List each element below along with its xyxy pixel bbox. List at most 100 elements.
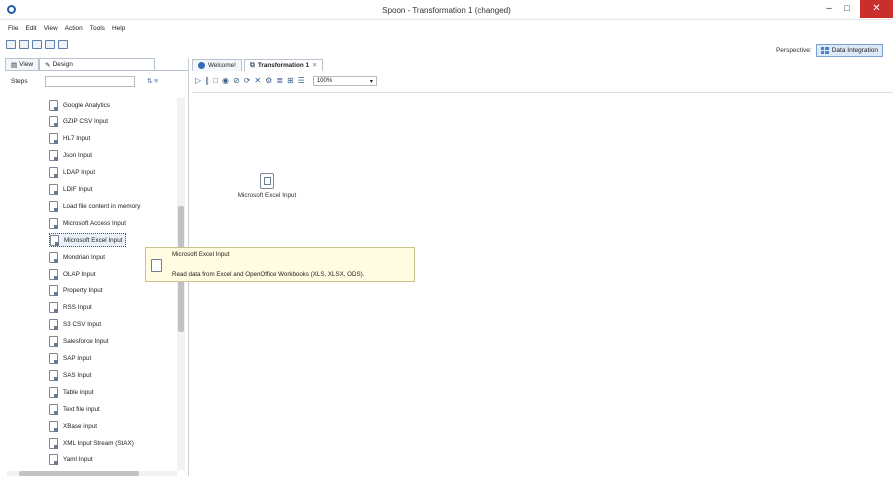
step-item-label: LDAP Input — [63, 169, 96, 177]
step-item-label: Mondrian Input — [63, 253, 106, 261]
title-bar: Spoon - Transformation 1 (changed) – □ ✕ — [0, 0, 893, 20]
step-item[interactable]: Microsoft Excel Input — [49, 233, 127, 248]
tab-view-label: View — [19, 61, 34, 68]
save-icon[interactable] — [45, 40, 55, 49]
step-item[interactable]: Yaml Input — [49, 453, 96, 465]
excel-input-step-icon[interactable] — [260, 173, 274, 189]
step-input-icon — [49, 302, 58, 314]
step-item[interactable]: Google Analytics — [49, 98, 113, 112]
data-integration-button[interactable]: Data Integration — [815, 44, 883, 57]
steps-tools-icon[interactable]: ⇅ ≡ — [147, 77, 158, 85]
step-input-icon — [49, 386, 58, 398]
step-item[interactable]: LDIF Input — [49, 183, 95, 197]
debug-icon[interactable]: ⊘ — [233, 76, 240, 86]
step-item[interactable]: Property Input — [49, 284, 106, 298]
step-input-icon — [49, 200, 58, 212]
step-input-icon — [49, 369, 58, 381]
step-item[interactable]: XML Input Stream (StAX) — [49, 436, 137, 450]
tab-view[interactable]: ▤ View — [5, 58, 40, 70]
design-tab-icon: ✎ — [45, 61, 51, 69]
menu-tools[interactable]: Tools — [90, 25, 105, 37]
step-item[interactable]: Mondrian Input — [49, 250, 108, 264]
explore-repository-icon[interactable] — [32, 40, 42, 49]
step-item[interactable]: Microsoft Access Input — [49, 216, 129, 230]
step-item[interactable]: Json Input — [49, 149, 95, 163]
tab-welcome[interactable]: Welcome! — [192, 59, 242, 71]
run-icon[interactable]: ▷ — [195, 76, 201, 86]
step-item[interactable]: GZIP CSV Input — [49, 115, 111, 129]
transformation-icon: ⧉ — [249, 61, 255, 69]
step-item[interactable]: S3 CSV Input — [49, 318, 104, 332]
step-input-icon — [49, 454, 58, 465]
step-item[interactable]: SAP Input — [49, 352, 94, 366]
step-item[interactable]: SAS Input — [49, 368, 94, 382]
stop-icon[interactable]: □ — [213, 76, 218, 86]
menu-file[interactable]: File — [8, 25, 18, 37]
step-item[interactable]: Text file input — [49, 402, 103, 416]
impact-icon[interactable]: ⚙ — [265, 76, 272, 86]
tab-design-label: Design — [52, 61, 73, 68]
tab-welcome-label: Welcome! — [208, 62, 236, 69]
step-item[interactable]: LDAP Input — [49, 166, 98, 180]
open-icon[interactable] — [19, 40, 29, 49]
step-item-label: Load file content in memory — [63, 202, 141, 210]
replay-icon[interactable]: ⟳ — [244, 76, 251, 86]
step-item-label: Google Analytics — [63, 101, 110, 109]
menu-view[interactable]: View — [44, 25, 58, 37]
step-input-icon — [49, 167, 58, 179]
tab-transformation[interactable]: ⧉ Transformation 1 ✕ — [243, 59, 324, 71]
grid-icon — [820, 47, 829, 54]
step-item-label: RSS Input — [63, 304, 92, 312]
step-item-label: Salesforce Input — [63, 338, 109, 346]
excel-input-step-label: Microsoft Excel Input — [237, 192, 297, 199]
step-input-icon — [49, 217, 58, 229]
step-item-label: Microsoft Excel Input — [64, 236, 123, 244]
pause-icon[interactable]: ∥ — [205, 76, 209, 86]
step-input-icon — [49, 184, 58, 195]
step-input-icon — [49, 353, 58, 364]
zoom-select[interactable]: 100% ▾ — [312, 76, 377, 86]
menu-action[interactable]: Action — [65, 25, 83, 37]
sql-icon[interactable]: ≣ — [276, 76, 283, 86]
explore-db-icon[interactable]: ⊞ — [287, 76, 294, 86]
tab-design[interactable]: ✎ Design — [39, 58, 156, 70]
menu-edit[interactable]: Edit — [25, 25, 36, 37]
step-item-label: Yaml Input — [63, 456, 93, 464]
step-item[interactable]: Salesforce Input — [49, 335, 112, 349]
steps-search-row: Steps ⇅ ≡ — [5, 71, 188, 91]
step-item[interactable]: RSS Input — [49, 301, 95, 315]
transformation-canvas[interactable]: Microsoft Excel Input — [192, 92, 893, 477]
step-input-icon — [49, 437, 58, 449]
step-tooltip: Microsoft Excel Input Read data from Exc… — [145, 247, 415, 282]
steps-vertical-scrollbar[interactable] — [177, 98, 185, 470]
step-item-label: Microsoft Access Input — [63, 219, 126, 227]
steps-horizontal-scrollbar[interactable] — [7, 471, 177, 476]
maximize-button[interactable]: □ — [838, 0, 856, 18]
scroll-thumb[interactable] — [19, 471, 139, 476]
view-tab-icon: ▤ — [11, 61, 18, 69]
step-item-label: Table input — [63, 388, 94, 396]
step-item-label: SAP Input — [63, 355, 92, 362]
menu-help[interactable]: Help — [112, 25, 125, 37]
save-as-icon[interactable] — [58, 40, 68, 49]
close-tab-icon[interactable]: ✕ — [312, 62, 317, 69]
steps-search-input[interactable] — [45, 75, 135, 87]
step-item[interactable]: XBase input — [49, 419, 100, 433]
perspective-label: Perspective: — [775, 47, 812, 54]
step-item[interactable]: Table input — [49, 385, 96, 399]
step-item[interactable]: OLAP Input — [49, 267, 98, 281]
step-item[interactable]: HL7 Input — [49, 132, 93, 146]
step-item-label: XBase input — [63, 422, 97, 430]
new-file-icon[interactable] — [6, 40, 16, 49]
preview-icon[interactable]: ◉ — [222, 76, 229, 86]
step-item[interactable]: Load file content in memory — [49, 199, 143, 213]
verify-icon[interactable]: ✕ — [254, 76, 261, 86]
window-title: Spoon - Transformation 1 (changed) — [382, 6, 511, 15]
close-button[interactable]: ✕ — [860, 0, 893, 18]
step-input-icon — [49, 319, 58, 331]
minimize-button[interactable]: – — [820, 0, 838, 18]
show-results-icon[interactable]: ☰ — [298, 76, 305, 86]
step-input-icon — [49, 403, 58, 415]
tooltip-title: Microsoft Excel Input — [172, 251, 230, 258]
zoom-value: 100% — [316, 78, 333, 84]
